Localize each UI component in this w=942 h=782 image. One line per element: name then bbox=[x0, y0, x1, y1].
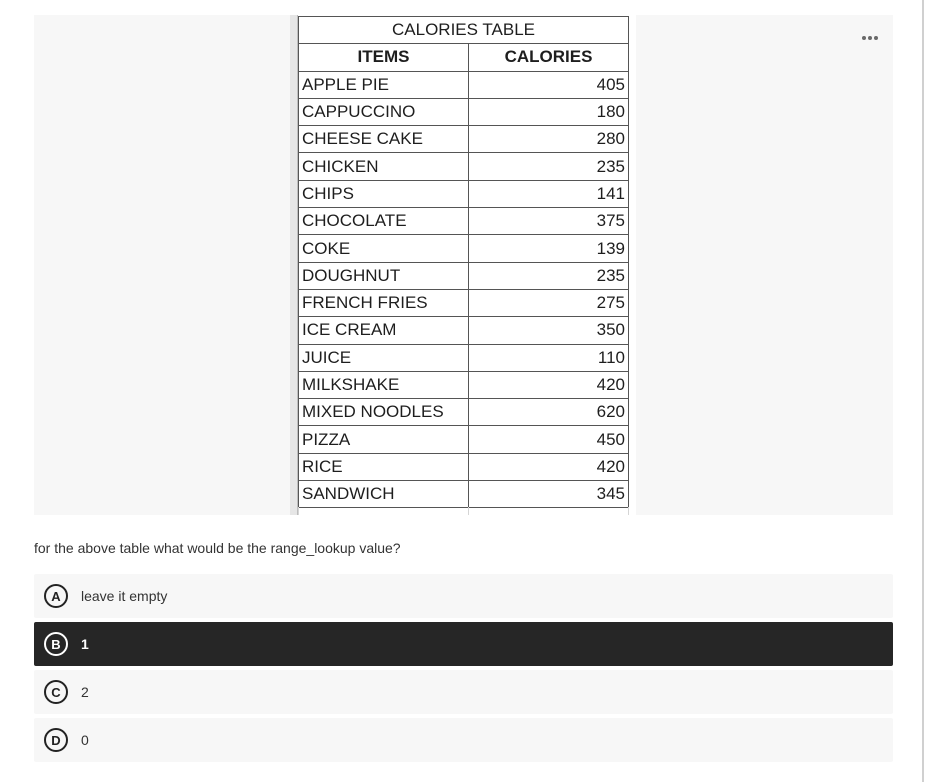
calories-cell: 275 bbox=[468, 288, 629, 318]
item-cell: CHIPS bbox=[298, 179, 469, 209]
calories-cell: 235 bbox=[468, 261, 629, 290]
header-items: ITEMS bbox=[298, 43, 469, 72]
calories-cell: 110 bbox=[468, 343, 629, 372]
table-title-row: CALORIES TABLE bbox=[298, 15, 629, 45]
item-cell: DOUGHNUT bbox=[298, 261, 469, 290]
table-row: RICE 420 bbox=[298, 452, 629, 482]
calories-cell: 180 bbox=[468, 97, 629, 127]
table-row: CHEESE CAKE 280 bbox=[298, 125, 629, 154]
item-cell: JUICE bbox=[298, 343, 469, 372]
calories-table-image: CALORIES TABLE ITEMS CALORIES APPLE PIE 4… bbox=[290, 15, 636, 515]
option-letter-badge: B bbox=[44, 632, 68, 656]
calories-cell: 345 bbox=[468, 480, 629, 509]
item-cell: COKE bbox=[298, 234, 469, 263]
calories-cell: 450 bbox=[468, 425, 629, 454]
item-cell: MIXED NOODLES bbox=[298, 398, 469, 427]
item-cell: CAPPUCCINO bbox=[298, 97, 469, 127]
calories-cell: 405 bbox=[468, 70, 629, 99]
item-cell: ICE CREAM bbox=[298, 316, 469, 345]
option-c[interactable]: C 2 bbox=[34, 670, 893, 714]
item-cell: CHICKEN bbox=[298, 152, 469, 181]
calories-table: CALORIES TABLE ITEMS CALORIES APPLE PIE 4… bbox=[298, 15, 629, 509]
more-horizontal-icon bbox=[861, 36, 879, 40]
option-b[interactable]: B 1 bbox=[34, 622, 893, 666]
option-letter-badge: A bbox=[44, 584, 68, 608]
calories-cell: 141 bbox=[468, 179, 629, 209]
table-title: CALORIES TABLE bbox=[298, 15, 629, 45]
table-row: JUICE 110 bbox=[298, 343, 629, 372]
calories-cell: 420 bbox=[468, 452, 629, 482]
table-row: CHICKEN 235 bbox=[298, 152, 629, 181]
calories-cell: 620 bbox=[468, 398, 629, 427]
calories-cell: 280 bbox=[468, 125, 629, 154]
more-options-button[interactable] bbox=[852, 28, 888, 48]
calories-cell: 350 bbox=[468, 316, 629, 345]
item-cell: RICE bbox=[298, 452, 469, 482]
table-row: CHOCOLATE 375 bbox=[298, 207, 629, 236]
option-letter-badge: C bbox=[44, 680, 68, 704]
question-text: for the above table what would be the ra… bbox=[34, 540, 401, 556]
calories-cell: 235 bbox=[468, 152, 629, 181]
item-cell: FRENCH FRIES bbox=[298, 288, 469, 318]
table-row: COKE 139 bbox=[298, 234, 629, 263]
table-row: APPLE PIE 405 bbox=[298, 70, 629, 99]
option-d[interactable]: D 0 bbox=[34, 718, 893, 762]
item-cell: SANDWICH bbox=[298, 480, 469, 509]
option-label: leave it empty bbox=[81, 588, 168, 604]
table-header-row: ITEMS CALORIES bbox=[298, 43, 629, 72]
calories-cell: 139 bbox=[468, 234, 629, 263]
table-row: PIZZA 450 bbox=[298, 425, 629, 454]
table-row: DOUGHNUT 235 bbox=[298, 261, 629, 290]
option-label: 1 bbox=[81, 636, 89, 652]
right-divider bbox=[922, 0, 924, 782]
option-a[interactable]: A leave it empty bbox=[34, 574, 893, 618]
item-cell: APPLE PIE bbox=[298, 70, 469, 99]
option-letter-badge: D bbox=[44, 728, 68, 752]
option-label: 2 bbox=[81, 684, 89, 700]
item-cell: MILKSHAKE bbox=[298, 370, 469, 400]
item-cell: PIZZA bbox=[298, 425, 469, 454]
table-row: ICE CREAM 350 bbox=[298, 316, 629, 345]
spreadsheet-row-header bbox=[290, 15, 298, 515]
table-row: SANDWICH 345 bbox=[298, 480, 629, 509]
table-row: MILKSHAKE 420 bbox=[298, 370, 629, 400]
table-row: CAPPUCCINO 180 bbox=[298, 97, 629, 127]
item-cell: CHEESE CAKE bbox=[298, 125, 469, 154]
table-row: MIXED NOODLES 620 bbox=[298, 398, 629, 427]
item-cell: CHOCOLATE bbox=[298, 207, 469, 236]
table-row: FRENCH FRIES 275 bbox=[298, 288, 629, 318]
table-row: CHIPS 141 bbox=[298, 179, 629, 209]
option-label: 0 bbox=[81, 732, 89, 748]
calories-cell: 375 bbox=[468, 207, 629, 236]
calories-cell: 420 bbox=[468, 370, 629, 400]
header-calories: CALORIES bbox=[468, 43, 629, 72]
